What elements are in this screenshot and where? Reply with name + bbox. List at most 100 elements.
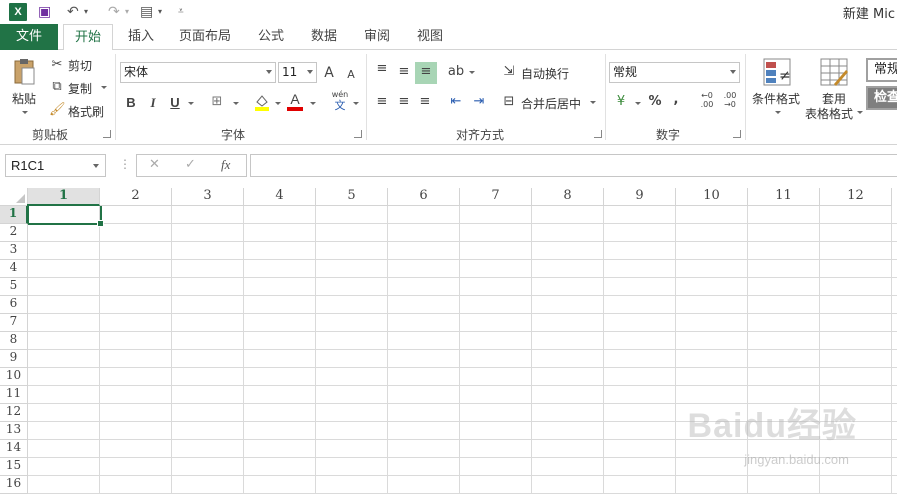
format-painter-button[interactable]: 格式刷 — [68, 103, 104, 120]
tab-insert[interactable]: 插入 — [118, 24, 164, 50]
row-header[interactable]: 2 — [0, 224, 28, 242]
number-format-select[interactable]: 常规 — [609, 62, 740, 83]
briefcase-dropdown-icon[interactable]: ▾ — [158, 2, 162, 22]
row-header[interactable]: 6 — [0, 296, 28, 314]
row-header[interactable]: 4 — [0, 260, 28, 278]
wrap-text-icon[interactable]: ⇲ — [500, 62, 518, 82]
phonetic-dropdown-icon[interactable] — [353, 102, 359, 105]
format-table-icon[interactable] — [820, 58, 848, 86]
cancel-icon[interactable]: ✕ — [149, 157, 160, 172]
column-header[interactable]: 1 — [28, 188, 100, 206]
column-header[interactable]: 3 — [172, 188, 244, 206]
row-header[interactable]: 7 — [0, 314, 28, 332]
font-name-select[interactable]: 宋体 — [120, 62, 276, 83]
fill-color-dropdown-icon[interactable] — [275, 102, 281, 105]
tab-data[interactable]: 数据 — [302, 24, 346, 50]
comma-button[interactable]: , — [670, 90, 682, 110]
column-header[interactable]: 7 — [460, 188, 532, 206]
row-header[interactable]: 10 — [0, 368, 28, 386]
cell-style-normal[interactable]: 常规 — [866, 58, 897, 82]
format-table-button[interactable]: 表格格式 — [805, 105, 853, 122]
column-header[interactable]: 2 — [100, 188, 172, 206]
font-color-dropdown-icon[interactable] — [310, 102, 316, 105]
column-header[interactable]: 4 — [244, 188, 316, 206]
column-header[interactable]: 12 — [820, 188, 892, 206]
merge-dropdown-icon[interactable] — [590, 101, 596, 104]
borders-icon[interactable]: ⊞ — [208, 92, 226, 112]
increase-indent-icon[interactable]: ⇥ — [469, 92, 489, 112]
paste-icon[interactable] — [12, 58, 36, 86]
column-header[interactable]: 10 — [676, 188, 748, 206]
cut-button[interactable]: 剪切 — [68, 57, 92, 74]
copy-button[interactable]: 复制 — [68, 80, 92, 97]
tab-home[interactable]: 开始 — [63, 24, 113, 51]
decrease-indent-icon[interactable]: ⇤ — [446, 92, 466, 112]
row-header[interactable]: 14 — [0, 440, 28, 458]
shrink-font-icon[interactable]: A — [345, 65, 357, 85]
tab-file[interactable]: 文件 — [0, 24, 58, 50]
currency-dropdown-icon[interactable] — [635, 102, 641, 105]
italic-button[interactable]: I — [146, 93, 160, 113]
row-header[interactable]: 11 — [0, 386, 28, 404]
row-header[interactable]: 9 — [0, 350, 28, 368]
tab-view[interactable]: 视图 — [408, 24, 452, 50]
orientation-icon[interactable]: ab — [446, 62, 466, 82]
active-cell[interactable] — [27, 204, 104, 227]
select-all-button[interactable] — [0, 188, 28, 206]
row-header[interactable]: 3 — [0, 242, 28, 260]
scissors-icon[interactable]: ✂ — [49, 55, 65, 75]
decrease-decimal-top[interactable]: .00 — [720, 91, 740, 100]
underline-dropdown-icon[interactable] — [188, 102, 194, 105]
increase-decimal-icon[interactable]: .00 — [697, 100, 717, 109]
align-left-icon[interactable]: ≡ — [372, 92, 392, 112]
increase-decimal-top[interactable]: ←0 — [697, 91, 717, 100]
enter-icon[interactable]: ✓ — [185, 157, 196, 172]
orientation-dropdown-icon[interactable] — [469, 71, 475, 74]
fill-color-icon[interactable] — [253, 93, 271, 111]
decrease-decimal-icon[interactable]: →0 — [720, 100, 740, 109]
insert-function-icon[interactable]: fx — [221, 157, 230, 173]
cell-style-check[interactable]: 检查 — [866, 86, 897, 110]
grow-font-icon[interactable]: A — [322, 63, 336, 83]
copy-dropdown-icon[interactable] — [101, 86, 107, 89]
conditional-format-icon[interactable]: ≠ — [763, 58, 791, 86]
percent-button[interactable]: % — [646, 92, 664, 112]
row-header[interactable]: 15 — [0, 458, 28, 476]
alignment-launcher-icon[interactable] — [594, 130, 602, 138]
paste-button[interactable]: 粘贴 — [12, 90, 36, 107]
align-right-icon[interactable]: ≡ — [415, 92, 435, 112]
redo-dropdown-icon[interactable]: ▾ — [125, 2, 129, 22]
format-table-dropdown-icon[interactable] — [857, 111, 863, 114]
row-header[interactable]: 8 — [0, 332, 28, 350]
column-header[interactable]: 11 — [748, 188, 820, 206]
column-header[interactable]: 5 — [316, 188, 388, 206]
merge-center-icon[interactable]: ⊟ — [500, 92, 518, 112]
align-top-icon[interactable]: ≡ — [372, 59, 392, 79]
wrap-text-button[interactable]: 自动换行 — [521, 65, 569, 82]
column-header[interactable]: 8 — [532, 188, 604, 206]
redo-icon[interactable]: ↷ — [108, 2, 120, 22]
bold-button[interactable]: B — [124, 93, 138, 113]
name-box[interactable]: R1C1 — [5, 154, 106, 177]
briefcase-icon[interactable]: ▤ — [140, 2, 153, 22]
font-color-button[interactable]: A — [287, 91, 303, 111]
number-launcher-icon[interactable] — [733, 130, 741, 138]
undo-dropdown-icon[interactable]: ▾ — [84, 2, 88, 22]
row-header[interactable]: 13 — [0, 422, 28, 440]
align-middle-icon[interactable]: ≡ — [394, 62, 414, 82]
cell-area[interactable] — [28, 206, 897, 494]
align-center-icon[interactable]: ≡ — [394, 92, 414, 112]
tab-page-layout[interactable]: 页面布局 — [172, 24, 238, 50]
format-painter-icon[interactable]: 🖌 — [49, 100, 66, 120]
conditional-format-button[interactable]: 条件格式 — [752, 90, 800, 107]
copy-icon[interactable]: ⧉ — [49, 77, 65, 97]
formula-input[interactable] — [250, 154, 897, 177]
underline-button[interactable]: U — [168, 93, 182, 113]
column-header[interactable]: 9 — [604, 188, 676, 206]
column-header[interactable]: 6 — [388, 188, 460, 206]
formula-bar-grip-icon[interactable]: ⋮ — [119, 157, 131, 171]
phonetic-icon[interactable]: 文 — [330, 100, 350, 112]
row-header[interactable]: 5 — [0, 278, 28, 296]
save-icon[interactable]: ▣ — [38, 2, 51, 22]
tab-review[interactable]: 审阅 — [355, 24, 399, 50]
